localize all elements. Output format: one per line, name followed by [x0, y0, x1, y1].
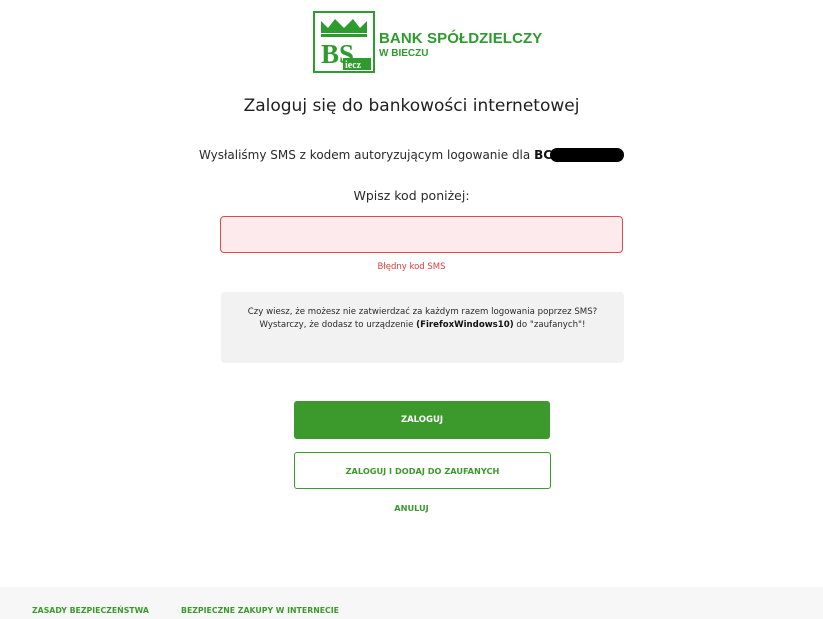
bank-logo: BS iecz BANK SPÓŁDZIELCZY W BIECZU: [313, 11, 542, 73]
login-and-trust-button[interactable]: ZALOGUJ I DODAJ DO ZAUFANYCH: [294, 452, 551, 489]
cancel-link[interactable]: ANULUJ: [0, 503, 823, 513]
sms-code-input[interactable]: [220, 216, 623, 253]
info-text-after: do "zaufanych"!: [513, 319, 586, 330]
page-title: Zaloguj się do bankowości internetowej: [243, 96, 580, 116]
bank-name-line1: BANK SPÓŁDZIELCZY: [379, 29, 543, 47]
login-button[interactable]: ZALOGUJ: [294, 401, 550, 439]
sms-info-text: Wysłaliśmy SMS z kodem autoryzującym log…: [0, 148, 823, 162]
enter-code-label: Wpisz kod poniżej:: [353, 188, 470, 203]
sms-code-error: Błędny kod SMS: [377, 262, 446, 272]
trusted-device-info-box: Czy wiesz, że możesz nie zatwierdzać za …: [221, 292, 624, 363]
logo-sub: iecz: [345, 60, 362, 71]
redaction-bar: [550, 148, 625, 162]
bank-name-line2: W BIECZU: [379, 47, 429, 59]
footer: ZASADY BEZPIECZEŃSTWA BEZPIECZNE ZAKUPY …: [0, 587, 823, 619]
footer-link-safe-shopping[interactable]: BEZPIECZNE ZAKUPY W INTERNECIE: [181, 606, 339, 615]
device-name: (FirefoxWindows10): [416, 319, 514, 330]
sms-info-prefix: Wysłaliśmy SMS z kodem autoryzującym log…: [198, 148, 535, 162]
crown-bs-logo-icon: BS iecz: [313, 11, 375, 73]
footer-link-security-rules[interactable]: ZASADY BEZPIECZEŃSTWA: [32, 606, 149, 615]
